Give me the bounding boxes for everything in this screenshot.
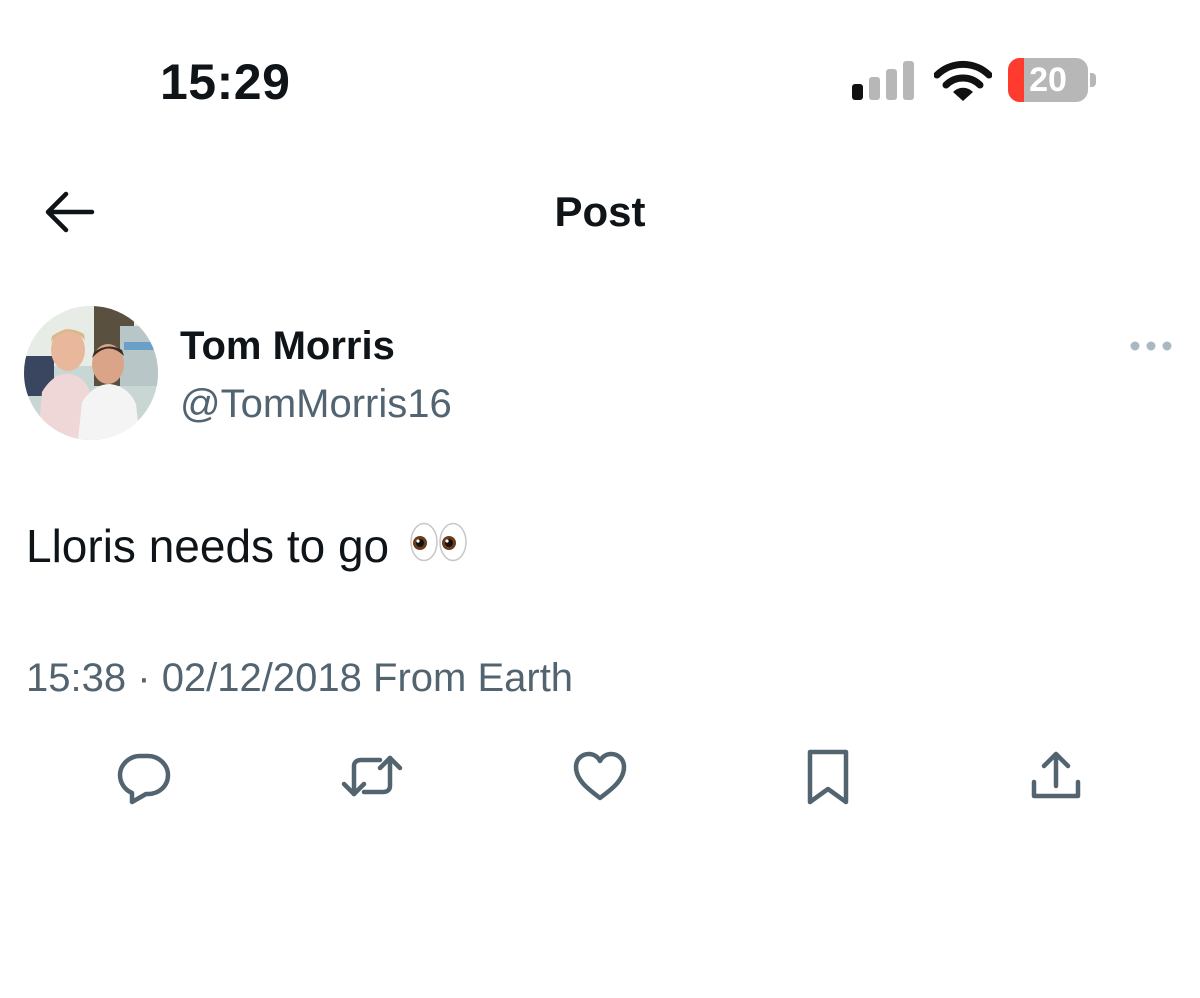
meta-separator: · [137, 656, 151, 700]
reply-button[interactable] [112, 744, 176, 808]
avatar[interactable] [24, 306, 158, 440]
author-handle[interactable]: @TomMorris16 [180, 378, 452, 430]
bookmark-button[interactable] [796, 744, 860, 808]
battery-shell: 20 [1008, 58, 1088, 102]
share-icon [1024, 751, 1088, 812]
post-time[interactable]: 15:38 [26, 656, 126, 700]
post-text-content: Lloris needs to go [26, 520, 390, 572]
repost-button[interactable] [340, 744, 404, 808]
post-meta: 15:38 · 02/12/2018 From Earth [26, 652, 573, 704]
reply-icon [112, 753, 176, 812]
status-time: 15:29 [160, 54, 291, 110]
cellular-signal-icon [852, 60, 914, 102]
post-source: From Earth [373, 656, 574, 700]
repost-icon [340, 755, 404, 812]
author-name[interactable]: Tom Morris [180, 320, 395, 372]
eyes-emoji [410, 516, 468, 576]
share-button[interactable] [1024, 744, 1088, 808]
more-horizontal-icon [1126, 341, 1176, 368]
like-button[interactable] [568, 744, 632, 808]
bookmark-icon [796, 749, 860, 812]
heart-icon [568, 751, 632, 812]
wifi-icon [933, 60, 993, 104]
battery-level: 20 [1029, 61, 1067, 99]
battery-cap [1090, 73, 1096, 87]
battery-indicator: 20 [1008, 58, 1096, 102]
page-title: Post [554, 188, 646, 235]
more-button[interactable] [1126, 328, 1176, 364]
post-date[interactable]: 02/12/2018 [162, 656, 362, 700]
post-text: Lloris needs to go [26, 516, 468, 576]
